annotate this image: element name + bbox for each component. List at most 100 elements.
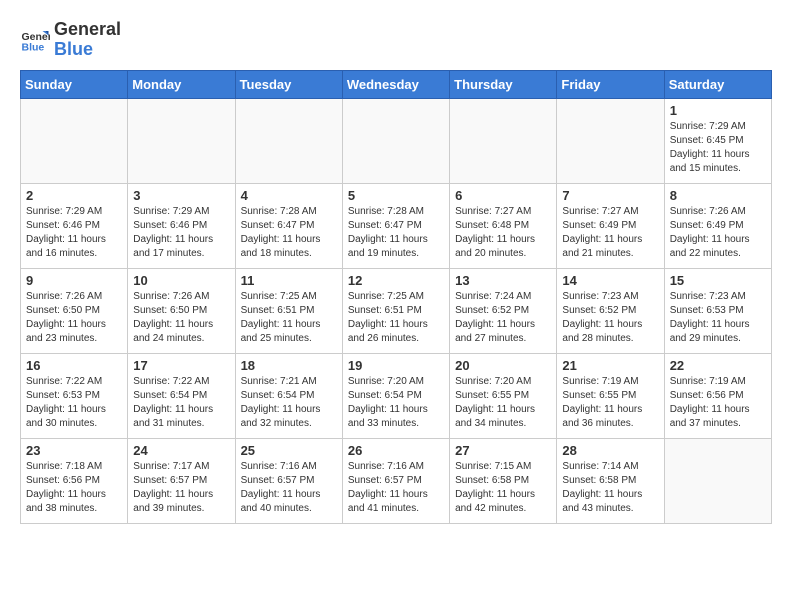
week-row-0: 1 Sunrise: 7:29 AM Sunset: 6:45 PM Daylig… xyxy=(21,98,772,183)
day-number: 10 xyxy=(133,273,229,288)
day-cell xyxy=(664,438,771,523)
day-number: 22 xyxy=(670,358,766,373)
day-cell: 4 Sunrise: 7:28 AM Sunset: 6:47 PM Daylig… xyxy=(235,183,342,268)
day-number: 9 xyxy=(26,273,122,288)
day-info: Sunrise: 7:20 AM Sunset: 6:54 PM Dayligh… xyxy=(348,375,444,431)
day-cell: 24Sunrise: 7:17 AM Sunset: 6:57 PM Dayli… xyxy=(128,438,235,523)
day-cell: 21 Sunrise: 7:19 AM Sunset: 6:55 PM Dayli… xyxy=(557,353,664,438)
day-info: Sunrise: 7:16 AM Sunset: 6:57 PM Dayligh… xyxy=(241,460,337,516)
day-info: Sunrise: 7:22 AM Sunset: 6:54 PM Dayligh… xyxy=(133,375,229,431)
day-number: 8 xyxy=(670,188,766,203)
day-number: 3 xyxy=(133,188,229,203)
day-info: Sunrise: 7:26 AM Sunset: 6:49 PM Dayligh… xyxy=(670,205,766,261)
week-row-2: 9 Sunrise: 7:26 AM Sunset: 6:50 PM Daylig… xyxy=(21,268,772,353)
day-info: Sunrise: 7:26 AM Sunset: 6:50 PM Dayligh… xyxy=(133,290,229,346)
day-cell: 15 Sunrise: 7:23 AM Sunset: 6:53 PM Dayli… xyxy=(664,268,771,353)
col-header-tuesday: Tuesday xyxy=(235,70,342,98)
day-number: 27 xyxy=(455,443,551,458)
day-number: 13 xyxy=(455,273,551,288)
day-cell xyxy=(342,98,449,183)
day-cell: 19 Sunrise: 7:20 AM Sunset: 6:54 PM Dayli… xyxy=(342,353,449,438)
day-number: 7 xyxy=(562,188,658,203)
week-row-3: 16 Sunrise: 7:22 AM Sunset: 6:53 PM Dayli… xyxy=(21,353,772,438)
day-number: 19 xyxy=(348,358,444,373)
day-cell: 28 Sunrise: 7:14 AM Sunset: 6:58 PM Dayli… xyxy=(557,438,664,523)
day-number: 21 xyxy=(562,358,658,373)
day-info: Sunrise: 7:19 AM Sunset: 6:56 PM Dayligh… xyxy=(670,375,766,431)
header: General Blue General Blue xyxy=(20,20,772,60)
calendar-table: SundayMondayTuesdayWednesdayThursdayFrid… xyxy=(20,70,772,524)
logo-general: General xyxy=(54,20,121,40)
day-cell: 22 Sunrise: 7:19 AM Sunset: 6:56 PM Dayli… xyxy=(664,353,771,438)
logo-blue: Blue xyxy=(54,40,121,60)
day-info: Sunrise: 7:15 AM Sunset: 6:58 PM Dayligh… xyxy=(455,460,551,516)
day-cell: 26Sunrise: 7:16 AM Sunset: 6:57 PM Dayli… xyxy=(342,438,449,523)
day-number: 2 xyxy=(26,188,122,203)
day-number: 12 xyxy=(348,273,444,288)
day-cell: 27 Sunrise: 7:15 AM Sunset: 6:58 PM Dayli… xyxy=(450,438,557,523)
day-info: Sunrise: 7:21 AM Sunset: 6:54 PM Dayligh… xyxy=(241,375,337,431)
day-cell: 16 Sunrise: 7:22 AM Sunset: 6:53 PM Dayli… xyxy=(21,353,128,438)
day-cell: 8 Sunrise: 7:26 AM Sunset: 6:49 PM Daylig… xyxy=(664,183,771,268)
day-cell: 5 Sunrise: 7:28 AM Sunset: 6:47 PM Daylig… xyxy=(342,183,449,268)
col-header-monday: Monday xyxy=(128,70,235,98)
day-cell xyxy=(235,98,342,183)
svg-text:Blue: Blue xyxy=(22,41,45,53)
week-row-4: 23Sunrise: 7:18 AM Sunset: 6:56 PM Dayli… xyxy=(21,438,772,523)
day-info: Sunrise: 7:28 AM Sunset: 6:47 PM Dayligh… xyxy=(241,205,337,261)
day-info: Sunrise: 7:29 AM Sunset: 6:46 PM Dayligh… xyxy=(133,205,229,261)
day-cell xyxy=(557,98,664,183)
day-cell xyxy=(128,98,235,183)
logo: General Blue General Blue xyxy=(20,20,121,60)
day-number: 16 xyxy=(26,358,122,373)
day-info: Sunrise: 7:28 AM Sunset: 6:47 PM Dayligh… xyxy=(348,205,444,261)
day-info: Sunrise: 7:29 AM Sunset: 6:45 PM Dayligh… xyxy=(670,120,766,176)
day-cell xyxy=(21,98,128,183)
day-info: Sunrise: 7:14 AM Sunset: 6:58 PM Dayligh… xyxy=(562,460,658,516)
day-number: 25 xyxy=(241,443,337,458)
day-info: Sunrise: 7:24 AM Sunset: 6:52 PM Dayligh… xyxy=(455,290,551,346)
day-number: 15 xyxy=(670,273,766,288)
day-cell: 10 Sunrise: 7:26 AM Sunset: 6:50 PM Dayli… xyxy=(128,268,235,353)
day-cell: 17 Sunrise: 7:22 AM Sunset: 6:54 PM Dayli… xyxy=(128,353,235,438)
day-info: Sunrise: 7:23 AM Sunset: 6:53 PM Dayligh… xyxy=(670,290,766,346)
day-cell: 18 Sunrise: 7:21 AM Sunset: 6:54 PM Dayli… xyxy=(235,353,342,438)
day-cell: 11Sunrise: 7:25 AM Sunset: 6:51 PM Dayli… xyxy=(235,268,342,353)
week-row-1: 2 Sunrise: 7:29 AM Sunset: 6:46 PM Daylig… xyxy=(21,183,772,268)
day-number: 14 xyxy=(562,273,658,288)
day-info: Sunrise: 7:29 AM Sunset: 6:46 PM Dayligh… xyxy=(26,205,122,261)
day-info: Sunrise: 7:22 AM Sunset: 6:53 PM Dayligh… xyxy=(26,375,122,431)
day-cell: 25 Sunrise: 7:16 AM Sunset: 6:57 PM Dayli… xyxy=(235,438,342,523)
day-info: Sunrise: 7:19 AM Sunset: 6:55 PM Dayligh… xyxy=(562,375,658,431)
day-cell: 13 Sunrise: 7:24 AM Sunset: 6:52 PM Dayli… xyxy=(450,268,557,353)
day-number: 4 xyxy=(241,188,337,203)
col-header-wednesday: Wednesday xyxy=(342,70,449,98)
col-header-friday: Friday xyxy=(557,70,664,98)
day-cell: 9 Sunrise: 7:26 AM Sunset: 6:50 PM Daylig… xyxy=(21,268,128,353)
day-cell: 3 Sunrise: 7:29 AM Sunset: 6:46 PM Daylig… xyxy=(128,183,235,268)
day-info: Sunrise: 7:20 AM Sunset: 6:55 PM Dayligh… xyxy=(455,375,551,431)
day-info: Sunrise: 7:16 AM Sunset: 6:57 PM Dayligh… xyxy=(348,460,444,516)
day-number: 5 xyxy=(348,188,444,203)
day-cell: 6Sunrise: 7:27 AM Sunset: 6:48 PM Daylig… xyxy=(450,183,557,268)
day-info: Sunrise: 7:17 AM Sunset: 6:57 PM Dayligh… xyxy=(133,460,229,516)
day-cell: 14Sunrise: 7:23 AM Sunset: 6:52 PM Dayli… xyxy=(557,268,664,353)
day-cell: 1 Sunrise: 7:29 AM Sunset: 6:45 PM Daylig… xyxy=(664,98,771,183)
day-cell: 20 Sunrise: 7:20 AM Sunset: 6:55 PM Dayli… xyxy=(450,353,557,438)
day-number: 18 xyxy=(241,358,337,373)
col-header-sunday: Sunday xyxy=(21,70,128,98)
col-header-thursday: Thursday xyxy=(450,70,557,98)
day-info: Sunrise: 7:26 AM Sunset: 6:50 PM Dayligh… xyxy=(26,290,122,346)
logo-icon: General Blue xyxy=(20,25,50,55)
col-header-saturday: Saturday xyxy=(664,70,771,98)
day-cell: 7 Sunrise: 7:27 AM Sunset: 6:49 PM Daylig… xyxy=(557,183,664,268)
day-number: 17 xyxy=(133,358,229,373)
day-number: 28 xyxy=(562,443,658,458)
day-cell: 2 Sunrise: 7:29 AM Sunset: 6:46 PM Daylig… xyxy=(21,183,128,268)
day-number: 1 xyxy=(670,103,766,118)
day-info: Sunrise: 7:27 AM Sunset: 6:48 PM Dayligh… xyxy=(455,205,551,261)
day-number: 20 xyxy=(455,358,551,373)
day-info: Sunrise: 7:18 AM Sunset: 6:56 PM Dayligh… xyxy=(26,460,122,516)
day-cell: 23Sunrise: 7:18 AM Sunset: 6:56 PM Dayli… xyxy=(21,438,128,523)
day-info: Sunrise: 7:27 AM Sunset: 6:49 PM Dayligh… xyxy=(562,205,658,261)
